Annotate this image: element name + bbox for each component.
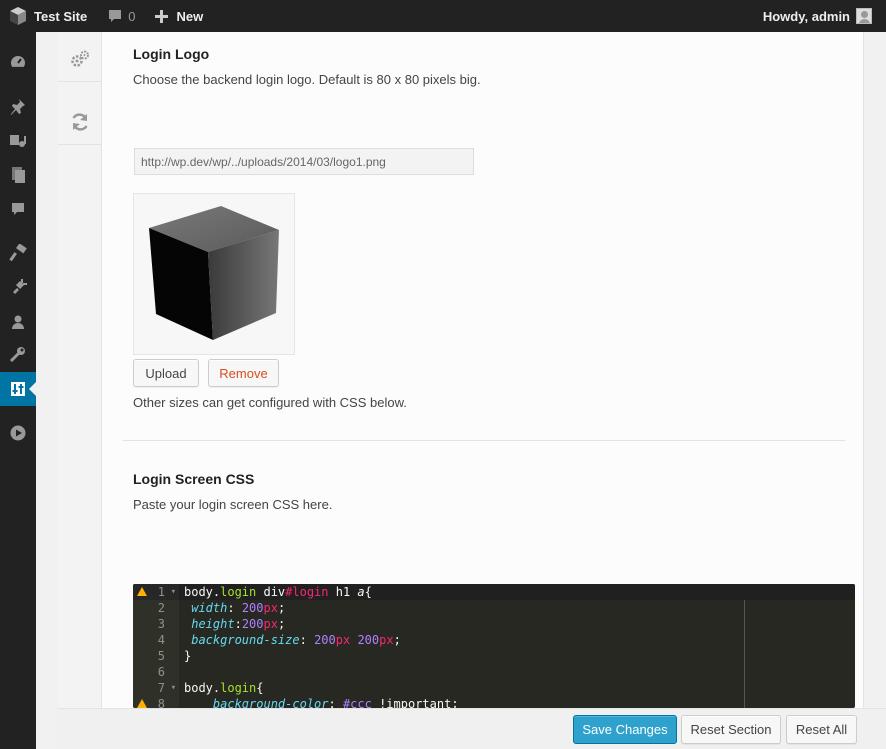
print-margin [744,600,745,708]
users-icon[interactable] [0,305,36,339]
upload-button[interactable]: Upload [133,359,199,387]
plus-icon [155,9,169,23]
code-line[interactable]: background-color: #ccc !important; [184,696,459,708]
line-number: 2 [157,601,165,615]
save-changes-button[interactable]: Save Changes [573,715,677,744]
avatar [856,8,872,24]
comments-icon[interactable] [0,192,36,226]
site-logo-icon [10,7,26,25]
play-icon[interactable] [0,416,36,450]
login-css-title: Login Screen CSS [133,471,255,487]
pages-icon[interactable] [0,158,36,192]
login-css-description: Paste your login screen CSS here. [133,497,333,512]
comments-menu[interactable]: 0 [95,0,143,32]
login-logo-title: Login Logo [133,46,210,62]
line-number: 7 ▾ [157,680,176,696]
plugins-icon[interactable] [0,270,36,304]
warning-icon [137,699,147,708]
appearance-icon[interactable] [0,236,36,270]
line-number: 3 [157,617,165,631]
fold-arrow-icon[interactable]: ▾ [171,584,176,600]
dashboard-icon[interactable] [0,45,36,79]
line-number: 8 [133,696,179,708]
code-line[interactable]: width: 200px; [184,600,285,616]
site-menu[interactable]: Test Site [0,0,95,32]
greeting: Howdy, admin [762,8,850,24]
cube-logo-image [149,206,279,340]
css-code-editor[interactable]: 1 ▾ 2 3 4 5 6 7 ▾ 8 body.login div#login h… [133,584,855,708]
refresh-icon[interactable] [58,99,102,145]
editor-gutter: 1 ▾ 2 3 4 5 6 7 ▾ 8 [133,584,179,708]
code-line[interactable]: body.login{ [184,680,263,696]
new-content-menu[interactable]: New [143,0,211,32]
media-icon[interactable] [0,124,36,158]
account-menu[interactable]: Howdy, admin [755,0,880,32]
admin-bar: Test Site 0 New Howdy, admin [0,0,886,32]
pin-icon[interactable] [0,90,36,124]
code-line[interactable]: background-size: 200px 200px; [184,632,401,648]
tools-icon[interactable] [0,338,36,372]
line-number: 5 [157,649,165,663]
warning-icon [137,587,147,596]
code-line[interactable]: body.login div#login h1 a{ [179,584,855,600]
logo-url-field[interactable] [134,148,474,175]
new-label: New [176,8,204,24]
line-number: 4 [157,633,165,647]
size-note: Other sizes can get configured with CSS … [133,395,407,410]
options-icon[interactable] [0,372,37,406]
fold-arrow-icon[interactable]: ▾ [171,680,176,696]
gears-icon[interactable] [58,36,102,82]
comment-bubble-icon [107,8,123,24]
section-divider [123,440,845,441]
code-line[interactable]: height:200px; [184,616,285,632]
site-name: Test Site [34,8,88,24]
comments-count: 0 [128,8,136,24]
code-line[interactable]: } [184,648,191,664]
admin-menu [0,32,37,749]
section-nav [58,32,102,708]
line-number: 6 [157,665,165,679]
reset-all-button[interactable]: Reset All [786,715,857,744]
reset-section-button[interactable]: Reset Section [681,715,781,744]
login-logo-description: Choose the backend login logo. Default i… [133,72,481,87]
remove-button[interactable]: Remove [208,359,279,387]
line-number: 1 ▾ [133,584,179,600]
logo-preview [133,193,295,355]
